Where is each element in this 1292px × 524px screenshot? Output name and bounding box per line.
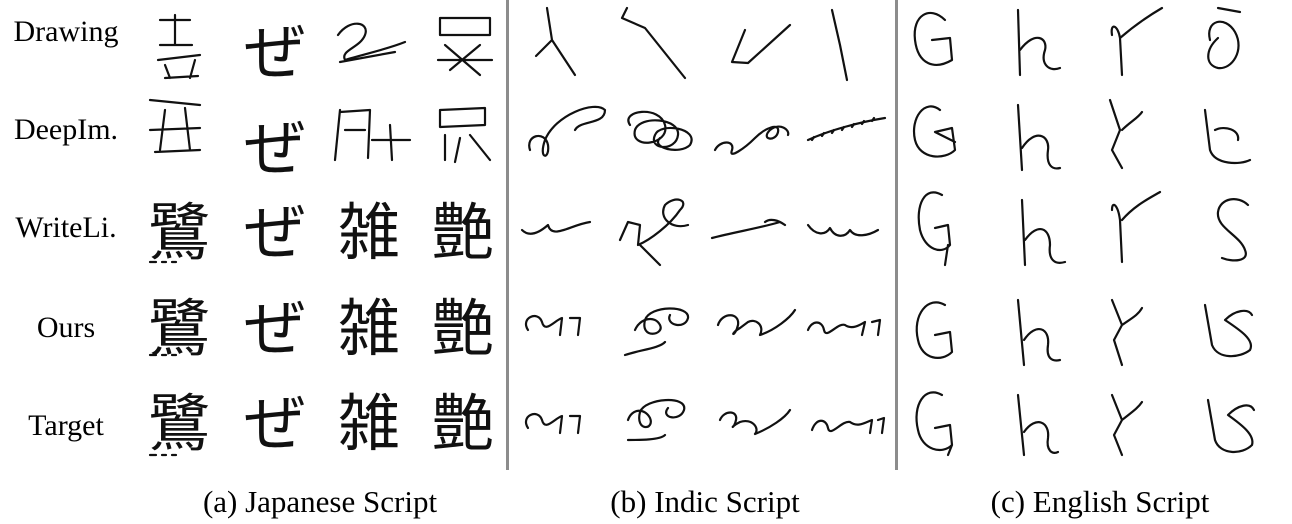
- handwriting-comparison-figure: Drawing DeepIm. WriteLi. Ours Target ぜ 鷺…: [0, 0, 1292, 524]
- indic-drawing-strokes: [534, 6, 849, 82]
- english-drawing-strokes: [913, 6, 1242, 77]
- indic-writeli-strokes: [520, 198, 880, 267]
- handwriting-strokes: [148, 6, 1256, 457]
- english-ours-strokes: [915, 298, 1254, 367]
- caption-indic: (b) Indic Script: [610, 484, 800, 519]
- english-target-strokes: [915, 391, 1256, 457]
- jp-extra-marks: [148, 260, 178, 457]
- english-deepim-strokes: [912, 98, 1252, 172]
- indic-deepim-strokes: [528, 105, 887, 157]
- caption-japanese: (a) Japanese Script: [202, 484, 438, 519]
- indic-ours-strokes: [525, 307, 882, 357]
- english-writeli-strokes: [917, 190, 1250, 267]
- jp-drawing-strokes: [148, 13, 494, 164]
- indic-target-strokes: [525, 398, 886, 442]
- caption-english: (c) English Script: [990, 484, 1210, 519]
